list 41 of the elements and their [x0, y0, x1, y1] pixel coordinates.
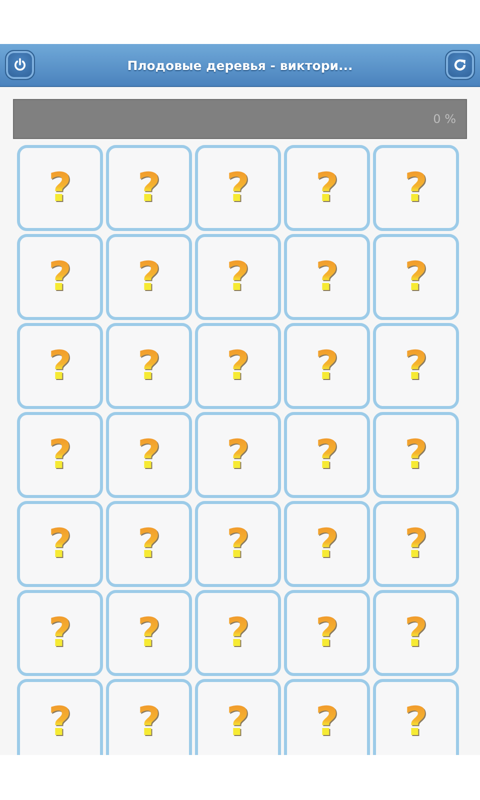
card-tile[interactable]: ?	[373, 234, 459, 320]
card-tile[interactable]: ?	[373, 590, 459, 676]
power-icon	[13, 58, 27, 72]
card-tile[interactable]: ?	[106, 145, 192, 231]
refresh-icon	[452, 58, 467, 72]
card-tile[interactable]: ?	[106, 234, 192, 320]
progress-reading: 0 %	[433, 112, 456, 126]
card-tile[interactable]: ?	[195, 412, 281, 498]
card-tile[interactable]: ?	[284, 145, 370, 231]
card-tile[interactable]: ?	[373, 323, 459, 409]
card-tile[interactable]: ?	[373, 501, 459, 587]
card-tile[interactable]: ?	[284, 590, 370, 676]
card-tile[interactable]: ?	[373, 679, 459, 755]
card-tile[interactable]: ?	[195, 679, 281, 755]
card-tile[interactable]: ?	[284, 501, 370, 587]
card-tile[interactable]: ?	[17, 679, 103, 755]
card-tile[interactable]: ?	[17, 145, 103, 231]
card-tile[interactable]: ?	[17, 590, 103, 676]
card-tile[interactable]: ?	[195, 234, 281, 320]
refresh-button[interactable]	[444, 50, 475, 80]
card-tile[interactable]: ?	[373, 412, 459, 498]
card-tile[interactable]: ?	[106, 501, 192, 587]
card-tile[interactable]: ?	[195, 501, 281, 587]
card-tile[interactable]: ?	[106, 412, 192, 498]
card-tile[interactable]: ?	[17, 412, 103, 498]
card-tile[interactable]: ?	[17, 501, 103, 587]
header-title: Плодовые деревья - виктори...	[127, 58, 353, 72]
card-tile[interactable]: ?	[284, 679, 370, 755]
card-tile[interactable]: ?	[195, 145, 281, 231]
card-tile[interactable]: ?	[284, 323, 370, 409]
power-button[interactable]	[5, 50, 35, 80]
card-tile[interactable]: ?	[106, 323, 192, 409]
card-tile[interactable]: ?	[284, 234, 370, 320]
card-tile[interactable]: ?	[195, 590, 281, 676]
card-tile[interactable]: ?	[17, 323, 103, 409]
card-tile[interactable]: ?	[106, 679, 192, 755]
card-tile[interactable]: ?	[195, 323, 281, 409]
card-tile[interactable]: ?	[284, 412, 370, 498]
card-tile[interactable]: ?	[373, 145, 459, 231]
card-tile[interactable]: ?	[17, 234, 103, 320]
card-tile[interactable]: ?	[106, 590, 192, 676]
